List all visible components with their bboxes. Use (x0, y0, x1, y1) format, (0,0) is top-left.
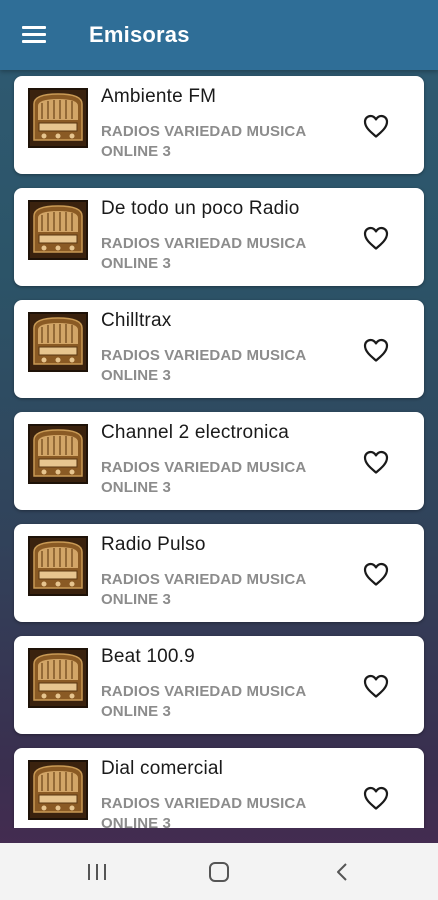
station-name: Ambiente FM (101, 86, 217, 107)
station-card[interactable]: Ambiente FM RADIOS VARIEDAD MUSICA ONLIN… (14, 76, 424, 174)
station-list[interactable]: Ambiente FM RADIOS VARIEDAD MUSICA ONLIN… (0, 70, 438, 828)
heart-outline-icon[interactable] (362, 449, 390, 475)
station-category: RADIOS VARIEDAD MUSICA ONLINE 3 (101, 795, 306, 828)
vintage-radio-icon (28, 648, 88, 708)
heart-outline-icon[interactable] (362, 225, 390, 251)
vintage-radio-icon (28, 312, 88, 372)
station-category: RADIOS VARIEDAD MUSICA ONLINE 3 (101, 347, 306, 384)
station-card[interactable]: Beat 100.9 RADIOS VARIEDAD MUSICA ONLINE… (14, 636, 424, 734)
station-card[interactable]: Radio Pulso RADIOS VARIEDAD MUSICA ONLIN… (14, 524, 424, 622)
vintage-radio-icon (28, 424, 88, 484)
station-name: De todo un poco Radio (101, 198, 300, 219)
heart-outline-icon[interactable] (362, 673, 390, 699)
station-name: Channel 2 electronica (101, 422, 289, 443)
station-category: RADIOS VARIEDAD MUSICA ONLINE 3 (101, 683, 306, 720)
station-card[interactable]: Chilltrax RADIOS VARIEDAD MUSICA ONLINE … (14, 300, 424, 398)
recents-icon[interactable] (84, 861, 110, 883)
vintage-radio-icon (28, 536, 88, 596)
station-name: Radio Pulso (101, 534, 206, 555)
station-category: RADIOS VARIEDAD MUSICA ONLINE 3 (101, 571, 306, 608)
heart-outline-icon[interactable] (362, 337, 390, 363)
station-category: RADIOS VARIEDAD MUSICA ONLINE 3 (101, 459, 306, 496)
station-category: RADIOS VARIEDAD MUSICA ONLINE 3 (101, 123, 306, 160)
system-navigation-bar (0, 843, 438, 900)
station-category: RADIOS VARIEDAD MUSICA ONLINE 3 (101, 235, 306, 272)
station-name: Beat 100.9 (101, 646, 195, 667)
vintage-radio-icon (28, 200, 88, 260)
station-name: Dial comercial (101, 758, 224, 779)
vintage-radio-icon (28, 88, 88, 148)
app-bar: Emisoras (0, 0, 438, 70)
menu-icon[interactable] (22, 24, 48, 46)
back-icon[interactable] (330, 861, 356, 883)
station-card[interactable]: De todo un poco Radio RADIOS VARIEDAD MU… (14, 188, 424, 286)
vintage-radio-icon (28, 760, 88, 820)
station-card[interactable]: Channel 2 electronica RADIOS VARIEDAD MU… (14, 412, 424, 510)
station-name: Chilltrax (101, 310, 172, 331)
home-icon[interactable] (206, 861, 232, 883)
page-title: Emisoras (89, 22, 190, 47)
heart-outline-icon[interactable] (362, 113, 390, 139)
station-card[interactable]: Dial comercial RADIOS VARIEDAD MUSICA ON… (14, 748, 424, 828)
heart-outline-icon[interactable] (362, 785, 390, 811)
heart-outline-icon[interactable] (362, 561, 390, 587)
